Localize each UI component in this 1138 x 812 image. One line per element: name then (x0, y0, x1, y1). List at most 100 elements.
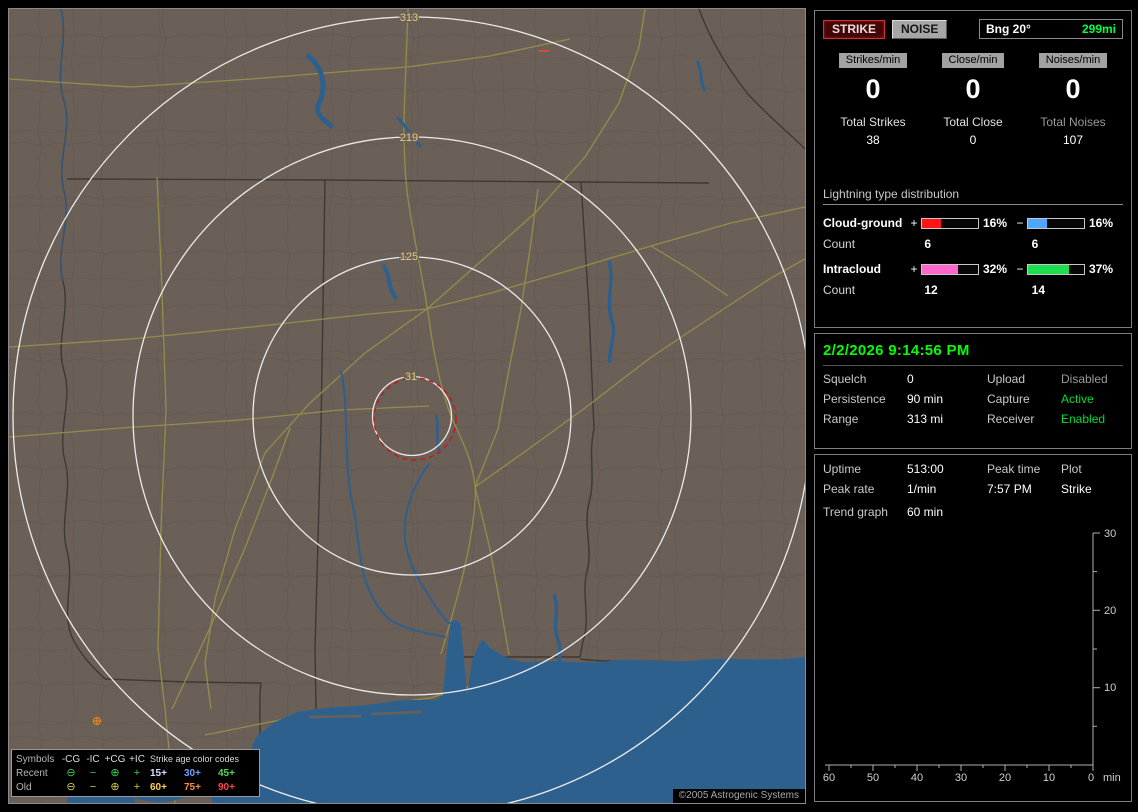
intracloud-row: Intracloud + 32% − 37% (823, 262, 1123, 276)
cg-plus-bar-fill (922, 218, 942, 228)
status-panel: 2/2/2026 9:14:56 PM Squelch 0 Upload Dis… (814, 333, 1132, 449)
cg-minus-bar-fill (1028, 218, 1048, 228)
ic-minus-bar (1027, 263, 1085, 275)
strikes-per-min-badge: Strikes/min (838, 53, 908, 68)
total-strikes-value: 38 (866, 133, 880, 147)
trend-graph-label: Trend graph (823, 505, 888, 519)
cloud-ground-row: Cloud-ground + 16% − 16% (823, 216, 1123, 230)
noise-mode-button[interactable]: NOISE (892, 19, 948, 39)
cloud-ground-count-row: Count 6 6 (823, 237, 1123, 251)
total-close-value: 0 (969, 133, 977, 147)
plot-value: Strike (1061, 482, 1092, 496)
noises-per-min-value: 0 (1065, 74, 1081, 104)
receiver-status: Enabled (1061, 412, 1106, 426)
count-label: Count (823, 283, 856, 297)
bearing-display: Bng 20° 299mi (979, 19, 1123, 39)
total-noises-label: Total Noises (1040, 115, 1106, 129)
trend-axes (825, 532, 1100, 771)
peak-rate-label: Peak rate (823, 482, 875, 496)
y-tick-20: 20 (1104, 605, 1116, 617)
uptime-row: Uptime 513:00 Peak time Plot (823, 463, 1123, 476)
ic-minus-count: 14 (1031, 283, 1046, 297)
datetime-display: 2/2/2026 9:14:56 PM (823, 342, 1123, 366)
plot-label: Plot (1061, 462, 1082, 476)
distribution-title: Lightning type distribution (823, 187, 1123, 205)
peak-time-label: Peak time (987, 462, 1041, 476)
squelch-row: Squelch 0 Upload Disabled (823, 373, 1123, 386)
x-tick-40: 40 (911, 772, 923, 784)
neg-ic-recent-icon: − (89, 766, 97, 779)
peak-rate-value: 1/min (907, 482, 937, 496)
plus-sign: + (910, 262, 918, 276)
age-75: 75+ (184, 781, 201, 793)
legend-age-title: Strike age color codes (150, 754, 240, 764)
noises-per-min-badge: Noises/min (1038, 53, 1108, 68)
legend-symbols-title: Symbols (16, 753, 55, 765)
trend-graph-value: 60 min (907, 505, 944, 519)
cg-plus-bar (921, 217, 979, 229)
trend-panel: Uptime 513:00 Peak time Plot Peak rate 1… (814, 454, 1132, 802)
ic-minus-percent: 37% (1089, 262, 1114, 276)
strikes-per-min-value: 0 (865, 74, 881, 104)
bearing-label: Bng 20° (986, 22, 1031, 36)
x-tick-20: 20 (999, 772, 1011, 784)
age-30: 30+ (184, 767, 201, 779)
rate-grid: Strikes/min 0 Total Strikes 38 Close/min… (823, 53, 1123, 147)
legend-col-nic: -IC (86, 753, 100, 765)
x-tick-50: 50 (867, 772, 879, 784)
bearing-range: 299mi (1081, 22, 1116, 36)
legend-col-ncg: -CG (61, 753, 81, 765)
cloud-ground-label: Cloud-ground (823, 216, 903, 230)
close-rate-column: Close/min 0 Total Close 0 (923, 53, 1023, 147)
trend-graph-row: Trend graph 60 min (823, 506, 1123, 519)
legend-old-row: Old ⊖ − ⊕ + 60+ 75+ 90+ (16, 780, 255, 794)
x-unit-label: min (1103, 772, 1121, 784)
close-per-min-value: 0 (965, 74, 981, 104)
map-legend: Symbols -CG -IC +CG +IC Strike age color… (11, 749, 260, 797)
neg-cg-old-icon: ⊖ (66, 780, 76, 793)
ic-plus-count: 12 (924, 283, 938, 297)
upload-label: Upload (987, 372, 1026, 386)
age-45: 45+ (218, 767, 235, 779)
y-tick-30: 30 (1104, 528, 1116, 540)
range-row: Range 313 mi Receiver Enabled (823, 413, 1123, 426)
persistence-value: 90 min (907, 392, 944, 406)
receiver-label: Receiver (987, 412, 1035, 426)
ring-label-125: 125 (400, 251, 418, 263)
legend-recent-row: Recent ⊖ − ⊕ + 15+ 30+ 45+ (16, 766, 255, 780)
cg-plus-count: 6 (924, 237, 932, 251)
ic-plus-bar-fill (922, 264, 958, 274)
lightning-map[interactable]: 313 219 125 31 Symbols -CG -IC +CG +IC S… (8, 8, 806, 804)
legend-col-pcg: +CG (104, 753, 126, 765)
legend-old-label: Old (16, 781, 32, 793)
pos-cg-recent-icon: ⊕ (110, 766, 120, 779)
range-value: 313 mi (907, 412, 944, 426)
cg-plus-percent: 16% (983, 216, 1008, 230)
capture-label: Capture (987, 392, 1030, 406)
strikes-rate-column: Strikes/min 0 Total Strikes 38 (823, 53, 923, 147)
trend-axis-labels: 30 20 10 60 50 40 30 20 10 0 min (823, 528, 1121, 784)
copyright-notice: ©2005 Astrogenic Systems (672, 789, 805, 803)
intracloud-label: Intracloud (823, 262, 882, 276)
uptime-label: Uptime (823, 462, 862, 476)
app-window: { "map": { "ring_labels": {"r1": "313", … (0, 0, 1138, 812)
persistence-label: Persistence (823, 392, 886, 406)
legend-recent-label: Recent (16, 767, 48, 779)
neg-cg-recent-icon: ⊖ (66, 766, 76, 779)
persistence-row: Persistence 90 min Capture Active (823, 393, 1123, 406)
ic-plus-bar (921, 263, 979, 275)
map-canvas: 313 219 125 31 (9, 9, 805, 803)
squelch-value: 0 (907, 372, 914, 386)
capture-status: Active (1061, 392, 1094, 406)
mode-button-row: STRIKE NOISE Bng 20° 299mi (823, 19, 1123, 39)
legend-header-row: Symbols -CG -IC +CG +IC Strike age color… (16, 752, 255, 766)
cg-minus-percent: 16% (1089, 216, 1114, 230)
x-tick-0: 0 (1088, 772, 1094, 784)
squelch-label: Squelch (823, 372, 867, 386)
ring-label-313: 313 (400, 12, 418, 24)
plus-sign: + (910, 216, 918, 230)
total-close-label: Total Close (943, 115, 1003, 129)
x-tick-60: 60 (823, 772, 835, 784)
strike-mode-button[interactable]: STRIKE (823, 19, 886, 39)
pos-cg-old-icon: ⊕ (110, 780, 120, 793)
